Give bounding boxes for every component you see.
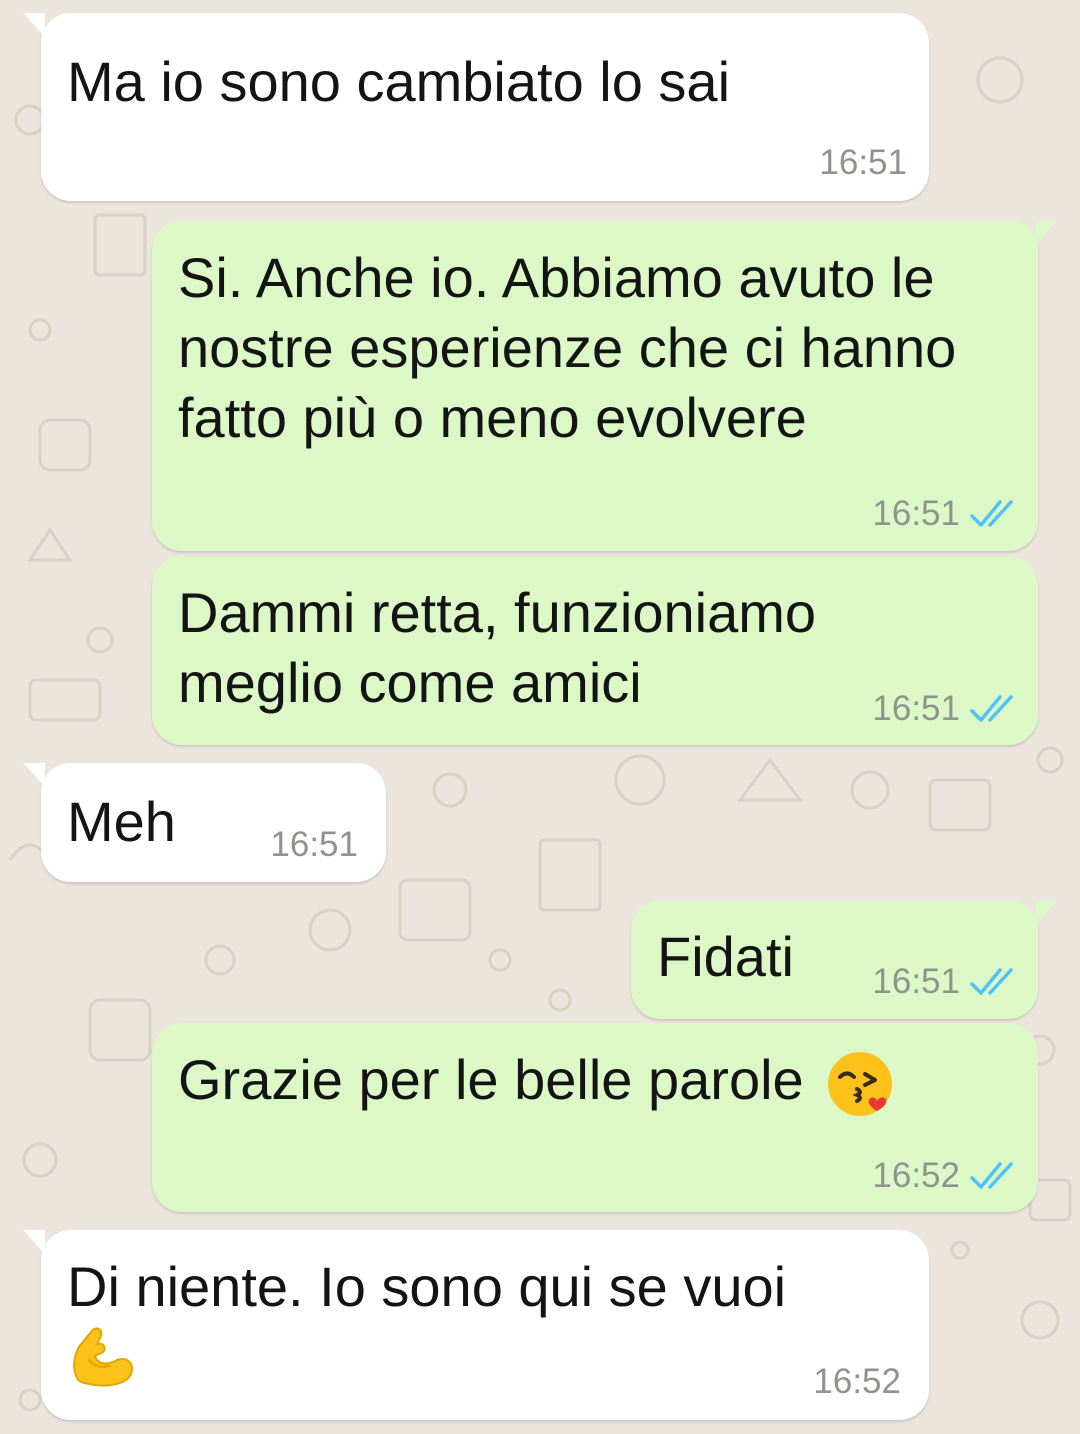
bubble-tail	[1036, 220, 1058, 244]
message-bubble-outgoing[interactable]: Fidati 16:51	[631, 900, 1058, 1019]
bubble-tail	[1036, 900, 1058, 924]
message-time: 16:52	[813, 1362, 901, 1401]
kissing-heart-emoji	[828, 1052, 893, 1117]
flexed-biceps-emoji	[73, 1327, 133, 1387]
bubble-tail	[23, 1230, 45, 1254]
double-check-read-icon	[970, 968, 1013, 995]
double-check-read-icon	[970, 500, 1013, 527]
message-text: Ma io sono cambiato lo sai	[67, 50, 731, 113]
message-bubble-incoming[interactable]: Di niente. Io sono qui se vuoi 16:52	[23, 1230, 929, 1420]
message-text: Meh	[67, 790, 176, 853]
double-check-read-icon	[970, 695, 1013, 722]
message-text: Di niente. Io sono qui se vuoi	[67, 1255, 787, 1318]
message-bubble-incoming[interactable]: Meh 16:51	[23, 763, 386, 882]
bubble-tail	[23, 13, 45, 37]
message-text: Si. Anche io. Abbiamo avuto le nostre es…	[178, 246, 957, 449]
double-check-read-icon	[970, 1162, 1013, 1189]
message-time: 16:51	[872, 689, 960, 728]
message-time: 16:51	[819, 143, 907, 182]
message-time: 16:51	[270, 825, 358, 864]
message-bubble-outgoing[interactable]: Grazie per le belle parole 16:52	[152, 1023, 1038, 1212]
message-bubble-outgoing[interactable]: Dammi retta, funzioniamo meglio come ami…	[152, 556, 1038, 745]
message-time: 16:51	[872, 962, 960, 1001]
message-time: 16:51	[872, 494, 960, 533]
message-text: Fidati	[657, 925, 794, 988]
message-bubble-incoming[interactable]: Ma io sono cambiato lo sai 16:51	[23, 13, 929, 201]
message-time: 16:52	[872, 1156, 960, 1195]
bubble-tail	[23, 763, 45, 787]
message-bubble-outgoing[interactable]: Si. Anche io. Abbiamo avuto le nostre es…	[152, 220, 1058, 551]
message-text: Grazie per le belle parole	[178, 1045, 895, 1119]
message-text: Dammi retta, funzioniamo meglio come ami…	[178, 581, 817, 714]
